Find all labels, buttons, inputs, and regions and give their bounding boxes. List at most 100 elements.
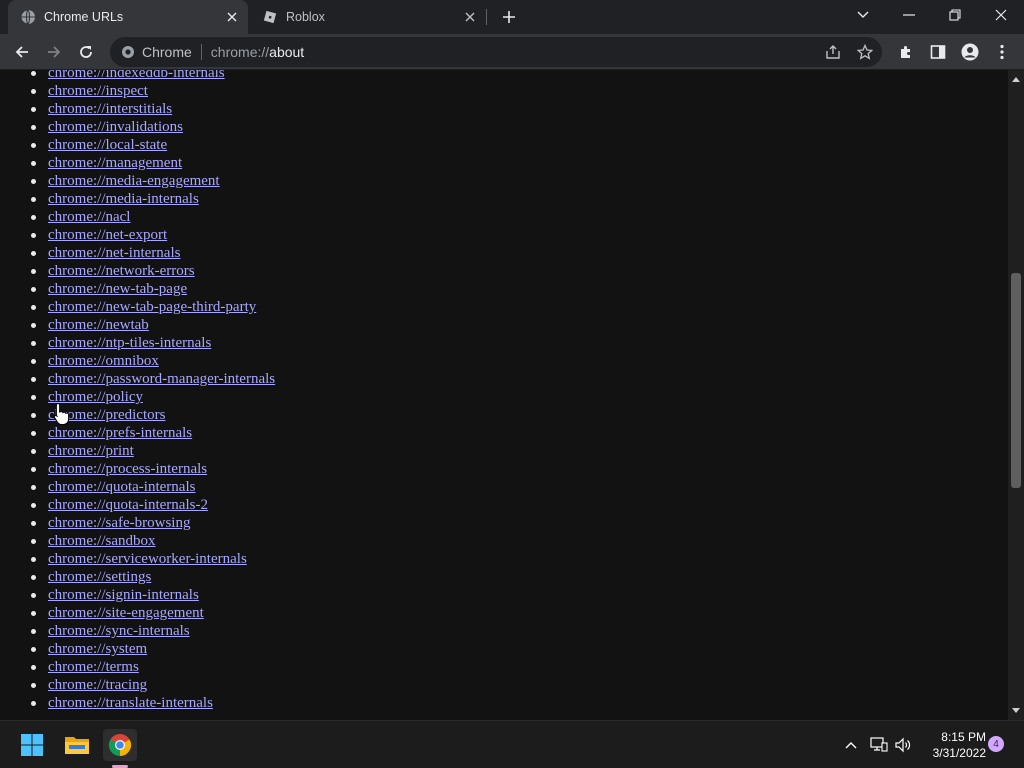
- chrome-url-link[interactable]: chrome://process-internals: [48, 461, 207, 477]
- clock-time: 8:15 PM: [941, 730, 986, 744]
- close-icon[interactable]: [222, 7, 242, 27]
- chrome-url-link[interactable]: chrome://tracing: [48, 677, 147, 693]
- list-item: chrome://prefs-internals: [30, 424, 275, 442]
- list-item: chrome://new-tab-page-third-party: [30, 298, 275, 316]
- chrome-url-link[interactable]: chrome://sandbox: [48, 533, 155, 549]
- chrome-url-link[interactable]: chrome://sync-internals: [48, 623, 190, 639]
- back-arrow-icon[interactable]: [8, 38, 36, 66]
- minimize-icon[interactable]: [886, 0, 932, 30]
- extensions-puzzle-icon[interactable]: [892, 38, 920, 66]
- list-item: chrome://sandbox: [30, 532, 275, 550]
- chrome-url-link[interactable]: chrome://quota-internals: [48, 479, 195, 495]
- chrome-url-link[interactable]: chrome://local-state: [48, 137, 167, 153]
- scroll-down-arrow-icon[interactable]: [1008, 704, 1024, 718]
- restore-icon[interactable]: [932, 0, 978, 30]
- list-item: chrome://interstitials: [30, 100, 275, 118]
- vertical-scrollbar[interactable]: [1008, 70, 1024, 720]
- list-item: chrome://quota-internals: [30, 478, 275, 496]
- chrome-url-link[interactable]: chrome://prefs-internals: [48, 425, 192, 441]
- url-host: about: [269, 44, 305, 60]
- chrome-url-link[interactable]: chrome://inspect: [48, 83, 148, 99]
- chrome-url-link[interactable]: chrome://invalidations: [48, 119, 183, 135]
- chrome-url-link[interactable]: chrome://interstitials: [48, 101, 172, 117]
- list-item: chrome://translate-internals: [30, 694, 275, 712]
- list-item: chrome://invalidations: [30, 118, 275, 136]
- chrome-url-link[interactable]: chrome://indexeddb-internals: [48, 70, 225, 81]
- chrome-url-link[interactable]: chrome://serviceworker-internals: [48, 551, 247, 567]
- chrome-url-link[interactable]: chrome://terms: [48, 659, 139, 675]
- chrome-url-link[interactable]: chrome://management: [48, 155, 182, 171]
- list-item: chrome://media-internals: [30, 190, 275, 208]
- chrome-url-link[interactable]: chrome://media-internals: [48, 191, 199, 207]
- list-item: chrome://media-engagement: [30, 172, 275, 190]
- profile-avatar-icon[interactable]: [956, 38, 984, 66]
- list-item: chrome://management: [30, 154, 275, 172]
- tab-separator: [486, 9, 487, 25]
- forward-arrow-icon[interactable]: [40, 38, 68, 66]
- hand-pointer-cursor-icon: [53, 402, 71, 426]
- list-item: chrome://newtab: [30, 316, 275, 334]
- chrome-url-link[interactable]: chrome://newtab: [48, 317, 149, 333]
- chrome-url-link[interactable]: chrome://safe-browsing: [48, 515, 190, 531]
- chrome-url-link[interactable]: chrome://print: [48, 443, 134, 459]
- list-item: chrome://omnibox: [30, 352, 275, 370]
- windows-taskbar: 8:15 PM 3/31/2022: [0, 720, 1024, 768]
- globe-icon: [20, 9, 36, 25]
- list-item: chrome://predictors: [30, 406, 275, 424]
- file-explorer-folder-icon[interactable]: [60, 729, 94, 761]
- chrome-url-link[interactable]: chrome://net-export: [48, 227, 167, 243]
- tab-search-chevron-down-icon[interactable]: [840, 0, 886, 30]
- bookmark-star-icon[interactable]: [854, 41, 876, 63]
- side-panel-icon[interactable]: [924, 38, 952, 66]
- chrome-url-link[interactable]: chrome://nacl: [48, 209, 130, 225]
- more-menu-icon[interactable]: [988, 38, 1016, 66]
- chrome-url-link[interactable]: chrome://password-manager-internals: [48, 371, 275, 387]
- list-item: chrome://system: [30, 640, 275, 658]
- network-icon[interactable]: [868, 734, 890, 756]
- list-item: chrome://net-export: [30, 226, 275, 244]
- close-icon[interactable]: [460, 7, 480, 27]
- chrome-url-link[interactable]: chrome://quota-internals-2: [48, 497, 208, 513]
- url-text[interactable]: chrome://about: [211, 44, 304, 60]
- list-item: chrome://local-state: [30, 136, 275, 154]
- list-item: chrome://password-manager-internals: [30, 370, 275, 388]
- list-item: chrome://print: [30, 442, 275, 460]
- browser-toolbar: Chrome chrome://about: [0, 34, 1024, 70]
- chrome-site-icon[interactable]: [120, 44, 136, 60]
- system-clock[interactable]: 8:15 PM 3/31/2022: [920, 729, 986, 761]
- tab-chrome-urls[interactable]: Chrome URLs: [8, 0, 248, 34]
- chrome-url-link[interactable]: chrome://settings: [48, 569, 151, 585]
- list-item: chrome://nacl: [30, 208, 275, 226]
- reload-icon[interactable]: [72, 38, 100, 66]
- list-item: chrome://settings: [30, 568, 275, 586]
- notification-badge[interactable]: 4: [988, 736, 1004, 752]
- chrome-url-link[interactable]: chrome://new-tab-page-third-party: [48, 299, 256, 315]
- scroll-up-arrow-icon[interactable]: [1008, 72, 1024, 86]
- chrome-url-link[interactable]: chrome://net-internals: [48, 245, 180, 261]
- chrome-url-link[interactable]: chrome://media-engagement: [48, 173, 220, 189]
- chrome-url-list: chrome://indexeddb-internals chrome://ins…: [30, 70, 275, 712]
- chrome-url-link[interactable]: chrome://translate-internals: [48, 695, 213, 711]
- chrome-url-link[interactable]: chrome://site-engagement: [48, 605, 204, 621]
- new-tab-button[interactable]: [498, 6, 520, 28]
- share-icon[interactable]: [822, 41, 844, 63]
- list-item: chrome://terms: [30, 658, 275, 676]
- windows-start-icon[interactable]: [15, 729, 49, 761]
- chrome-url-link[interactable]: chrome://new-tab-page: [48, 281, 187, 297]
- list-item: chrome://sync-internals: [30, 622, 275, 640]
- chrome-url-link[interactable]: chrome://omnibox: [48, 353, 159, 369]
- scrollbar-thumb[interactable]: [1011, 273, 1021, 488]
- chrome-url-link[interactable]: chrome://signin-internals: [48, 587, 199, 603]
- chevron-up-icon[interactable]: [840, 734, 862, 756]
- chrome-url-link[interactable]: chrome://ntp-tiles-internals: [48, 335, 211, 351]
- close-window-icon[interactable]: [978, 0, 1024, 30]
- chrome-url-link[interactable]: chrome://network-errors: [48, 263, 195, 279]
- address-bar[interactable]: Chrome chrome://about: [110, 37, 882, 67]
- chrome-taskbar-icon[interactable]: [103, 729, 137, 761]
- chrome-url-link[interactable]: chrome://system: [48, 641, 147, 657]
- volume-icon[interactable]: [892, 734, 914, 756]
- list-item: chrome://net-internals: [30, 244, 275, 262]
- tab-roblox[interactable]: Roblox: [250, 0, 486, 34]
- list-item: chrome://signin-internals: [30, 586, 275, 604]
- roblox-icon: [262, 9, 278, 25]
